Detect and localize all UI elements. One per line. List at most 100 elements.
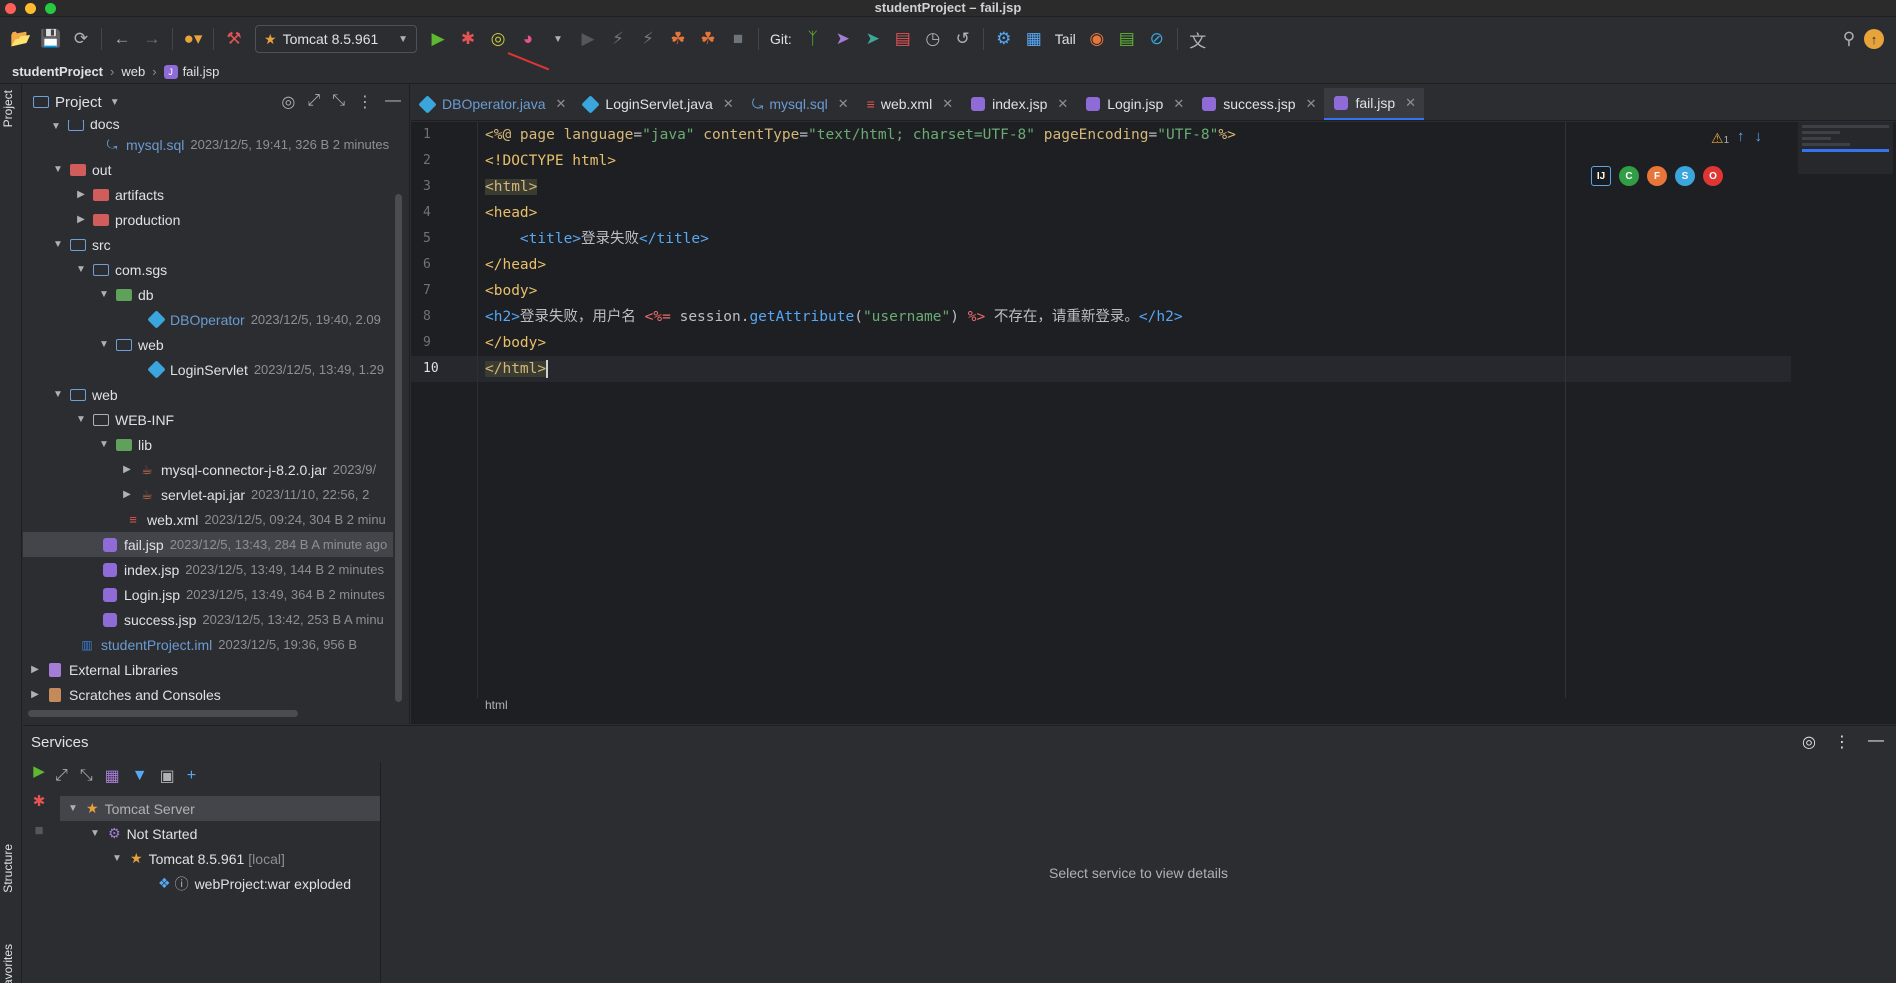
chevron-right-icon[interactable]: ▶ [120, 489, 134, 500]
plugin-orange-icon[interactable]: ☘ [663, 24, 693, 54]
chevron-down-icon[interactable]: ▼ [110, 97, 120, 108]
chevron-right-icon[interactable]: ▶ [28, 689, 42, 700]
tab-dboperator-java[interactable]: DBOperator.java ✕ [411, 88, 574, 120]
debug-icon[interactable]: ✱ [33, 792, 46, 810]
editor-breadcrumb-status[interactable]: html [485, 698, 508, 712]
close-tab-icon[interactable]: ✕ [1173, 96, 1184, 112]
project-tool-tab[interactable]: Project [1, 90, 15, 127]
tree-row-production[interactable]: ▶ production [23, 207, 393, 232]
breadcrumb-folder[interactable]: web [121, 64, 145, 79]
opera-icon[interactable]: O [1703, 166, 1723, 186]
breadcrumb-file[interactable]: fail.jsp [183, 64, 220, 79]
build-hammer-icon[interactable]: ⚒ [219, 24, 249, 54]
structure-tool-tab[interactable]: Structure [1, 844, 15, 893]
options-menu-icon[interactable]: ⋮ [1834, 732, 1850, 752]
chevron-down-icon[interactable]: ▼ [110, 853, 124, 864]
close-tab-icon[interactable]: ✕ [942, 96, 953, 112]
chevron-down-icon[interactable]: ▼ [97, 289, 111, 300]
service-row-tomcat-server[interactable]: ▼ ★ Tomcat Server [60, 796, 380, 821]
tree-row-web-package[interactable]: ▼ web [23, 332, 393, 357]
close-tab-icon[interactable]: ✕ [838, 96, 849, 112]
tree-row-external-libraries[interactable]: ▶ External Libraries [23, 657, 393, 682]
open-folder-icon[interactable]: 📂 [6, 24, 36, 54]
plugin-chart-icon[interactable]: ▦ [1019, 24, 1049, 54]
firefox-icon[interactable]: F [1647, 166, 1667, 186]
rollback-icon[interactable]: ↺ [948, 24, 978, 54]
coverage-icon[interactable]: ◎ [483, 24, 513, 54]
tree-row-dboperator[interactable]: DBOperator 2023/12/5, 19:40, 2.09 [23, 307, 393, 332]
chevron-down-icon[interactable]: ▼ [51, 239, 65, 250]
chevron-right-icon[interactable]: ▶ [120, 464, 134, 475]
chevron-down-icon[interactable]: ▼ [74, 414, 88, 425]
run-icon[interactable]: ▶ [423, 24, 453, 54]
code-minimap[interactable] [1798, 122, 1893, 174]
monitor-chart-icon[interactable]: ▤ [1112, 24, 1142, 54]
favorites-tool-tab[interactable]: Favorites [1, 944, 15, 983]
close-tab-icon[interactable]: ✕ [1405, 95, 1416, 111]
lightning-icon[interactable]: ⚡ [603, 24, 633, 54]
tab-fail-jsp[interactable]: fail.jsp ✕ [1324, 88, 1425, 120]
save-icon[interactable]: 💾 [36, 24, 66, 54]
debug-icon[interactable]: ✱ [453, 24, 483, 54]
options-menu-icon[interactable]: ⋮ [357, 92, 373, 112]
safari-icon[interactable]: S [1675, 166, 1695, 186]
run-icon[interactable]: ▶ [33, 762, 45, 780]
user-group-icon[interactable]: ●▾ [178, 24, 208, 54]
plugin-orange-alt-icon[interactable]: ☘ [693, 24, 723, 54]
hide-panel-icon[interactable]: — [1868, 732, 1884, 752]
tab-success-jsp[interactable]: success.jsp ✕ [1192, 88, 1324, 120]
chrome-icon[interactable]: C [1619, 166, 1639, 186]
expand-all-icon[interactable]: ⤢ [307, 92, 320, 112]
tree-row-lib[interactable]: ▼ lib [23, 432, 393, 457]
collapse-all-icon[interactable]: ⤡ [332, 92, 345, 112]
close-tab-icon[interactable]: ✕ [723, 96, 734, 112]
close-tab-icon[interactable]: ✕ [1306, 96, 1317, 112]
tree-row-index-jsp[interactable]: index.jsp 2023/12/5, 13:49, 144 B 2 minu… [23, 557, 393, 582]
search-icon[interactable]: ⚲ [1834, 24, 1864, 54]
group-by-icon[interactable]: ▦ [105, 766, 120, 786]
expand-all-icon[interactable]: ⤢ [55, 767, 68, 785]
tab-index-jsp[interactable]: index.jsp ✕ [961, 88, 1076, 120]
tab-mysql-sql[interactable]: ⤿ mysql.sql ✕ [742, 88, 857, 120]
tree-row-db[interactable]: ▼ db [23, 282, 393, 307]
stop-icon[interactable]: ■ [723, 24, 753, 54]
chevron-right-icon[interactable]: ▶ [74, 189, 88, 200]
tree-row-out[interactable]: ▼ out [23, 157, 393, 182]
stop-icon[interactable]: ■ [34, 822, 43, 839]
locate-target-icon[interactable]: ◎ [1802, 732, 1816, 752]
history-icon[interactable]: ◷ [918, 24, 948, 54]
locate-target-icon[interactable]: ◎ [281, 92, 295, 112]
tree-row-src[interactable]: ▼ src [23, 232, 393, 257]
tree-row-com-sgs[interactable]: ▼ com.sgs [23, 257, 393, 282]
service-row-artifact[interactable]: ❖ ⓘ webProject:war exploded [60, 871, 380, 896]
plugin-network-icon[interactable]: ◉ [1082, 24, 1112, 54]
services-title[interactable]: Services [31, 734, 89, 751]
breadcrumb-project[interactable]: studentProject [12, 64, 103, 79]
update-icon[interactable]: ↑ [1864, 29, 1884, 49]
service-row-not-started[interactable]: ▼ ⚙ Not Started [60, 821, 380, 846]
disabled-circle-icon[interactable]: ⊘ [1142, 24, 1172, 54]
code-content[interactable]: <%@ page language="java" contentType="te… [485, 122, 1585, 382]
tree-row-docs[interactable]: ▼ docs [23, 120, 393, 132]
warning-indicator[interactable]: ⚠1 [1711, 130, 1729, 147]
run-disabled-icon[interactable]: ▶ [573, 24, 603, 54]
chevron-down-icon[interactable]: ▼ [88, 828, 102, 839]
service-row-tomcat-instance[interactable]: ▼ ★ Tomcat 8.5.961 [local] [60, 846, 380, 871]
tree-row-artifacts[interactable]: ▶ artifacts [23, 182, 393, 207]
hide-panel-icon[interactable]: — [385, 92, 401, 112]
chevron-down-icon[interactable]: ▼ [51, 389, 65, 400]
tree-row-mysql-sql[interactable]: ⤿ mysql.sql 2023/12/5, 19:41, 326 B 2 mi… [23, 132, 393, 157]
git-send-icon[interactable]: ➤ [858, 24, 888, 54]
sync-icon[interactable]: ⟳ [66, 24, 96, 54]
new-tab-icon[interactable]: ▣ [160, 766, 175, 786]
more-run-chevron-icon[interactable]: ▼ [543, 24, 573, 54]
close-tab-icon[interactable]: ✕ [1057, 96, 1068, 112]
tree-row-login-jsp[interactable]: Login.jsp 2023/12/5, 13:49, 364 B 2 minu… [23, 582, 393, 607]
tree-row-servlet-api[interactable]: ▶ ☕ servlet-api.jar 2023/11/10, 22:56, 2 [23, 482, 393, 507]
chevron-down-icon[interactable]: ▼ [97, 339, 111, 350]
previous-problem-icon[interactable]: ↑ [1737, 128, 1755, 145]
git-compare-icon[interactable]: ▤ [888, 24, 918, 54]
lightning-alt-icon[interactable]: ⚡ [633, 24, 663, 54]
intellij-browser-icon[interactable]: IJ [1591, 166, 1611, 186]
forward-arrow-icon[interactable]: → [137, 24, 167, 54]
